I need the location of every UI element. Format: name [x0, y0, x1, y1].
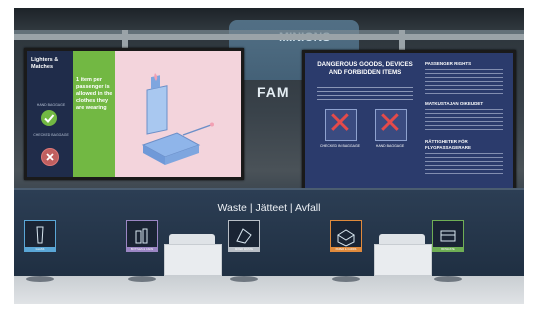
- check-icon: [41, 110, 57, 126]
- checked-in-caption: CHECKED IN BAGGAGE: [319, 144, 361, 148]
- matkustajan-heading: MATKUSTAJAN OIKEUDET: [425, 101, 484, 106]
- mount-bar: [14, 34, 524, 40]
- disposal-hole[interactable]: [230, 276, 258, 282]
- pole-left: [122, 30, 128, 50]
- left-monitor-title: Lighters & Matches: [31, 57, 59, 70]
- bin-mixed-waste[interactable]: MIXED WASTE: [228, 220, 260, 252]
- pole-right: [399, 30, 405, 52]
- disposal-hole[interactable]: [434, 276, 462, 282]
- checked-baggage-label: CHECKED BAGGAGE: [33, 133, 69, 137]
- bin-biowaste-label: BIOWASTE: [433, 247, 463, 252]
- cross-icon: [41, 148, 59, 166]
- background-fam-text: FAM: [257, 84, 290, 100]
- bin-paper-cards[interactable]: PAPER & CARDS: [330, 220, 362, 252]
- photo-frame: MINIONS FAM: [14, 8, 524, 304]
- left-monitor-illustration-panel: [115, 51, 241, 177]
- left-monitor-green-panel: [73, 51, 115, 177]
- bin-bottles-cans-label: BOTTLES & CANS: [127, 247, 157, 252]
- right-monitor: DANGEROUS GOODS, DEVICES AND FORBIDDEN I…: [302, 50, 516, 196]
- passenger-rights-heading: PASSENGER RIGHTS: [425, 61, 472, 66]
- tray-left: [164, 244, 222, 276]
- hand-baggage-label: HAND BAGGAGE: [36, 103, 66, 107]
- dangerous-goods-body: [317, 87, 413, 103]
- left-monitor: Lighters & Matches HAND BAGGAGE CHECKED …: [24, 48, 244, 180]
- tray-right: [374, 244, 432, 276]
- rattigheter-body: [425, 153, 503, 177]
- lighter-matches-illustration: [141, 73, 214, 165]
- checked-forbidden-x-icon: ✕: [327, 107, 353, 140]
- disposal-hole[interactable]: [332, 276, 360, 282]
- bin-glass-label: GLASS: [25, 247, 55, 252]
- disposal-hole[interactable]: [128, 276, 156, 282]
- bin-paper-cards-label: PAPER & CARDS: [331, 247, 361, 252]
- bin-mixed-waste-label: MIXED WASTE: [229, 247, 259, 252]
- dangerous-goods-heading: DANGEROUS GOODS, DEVICES AND FORBIDDEN I…: [317, 61, 413, 76]
- photo-scene: MINIONS FAM: [0, 0, 536, 312]
- waste-title: Waste | Jätteet | Avfall: [217, 202, 321, 214]
- bin-biowaste[interactable]: BIOWASTE: [432, 220, 464, 252]
- rattigheter-heading: RÄTTIGHETER FÖR FLYGPASSAGERARE: [425, 139, 472, 150]
- hand-forbidden-x-icon: ✕: [377, 107, 403, 140]
- bin-bottles-cans[interactable]: BOTTLES & CANS: [126, 220, 158, 252]
- matkustajan-body: [425, 109, 503, 133]
- hand-baggage-caption: HAND BAGGAGE: [375, 144, 405, 148]
- disposal-hole[interactable]: [26, 276, 54, 282]
- passenger-rights-body: [425, 69, 503, 95]
- bin-glass[interactable]: GLASS: [24, 220, 56, 252]
- left-monitor-rule-text: 1 item per passenger is allowed in the c…: [76, 77, 113, 111]
